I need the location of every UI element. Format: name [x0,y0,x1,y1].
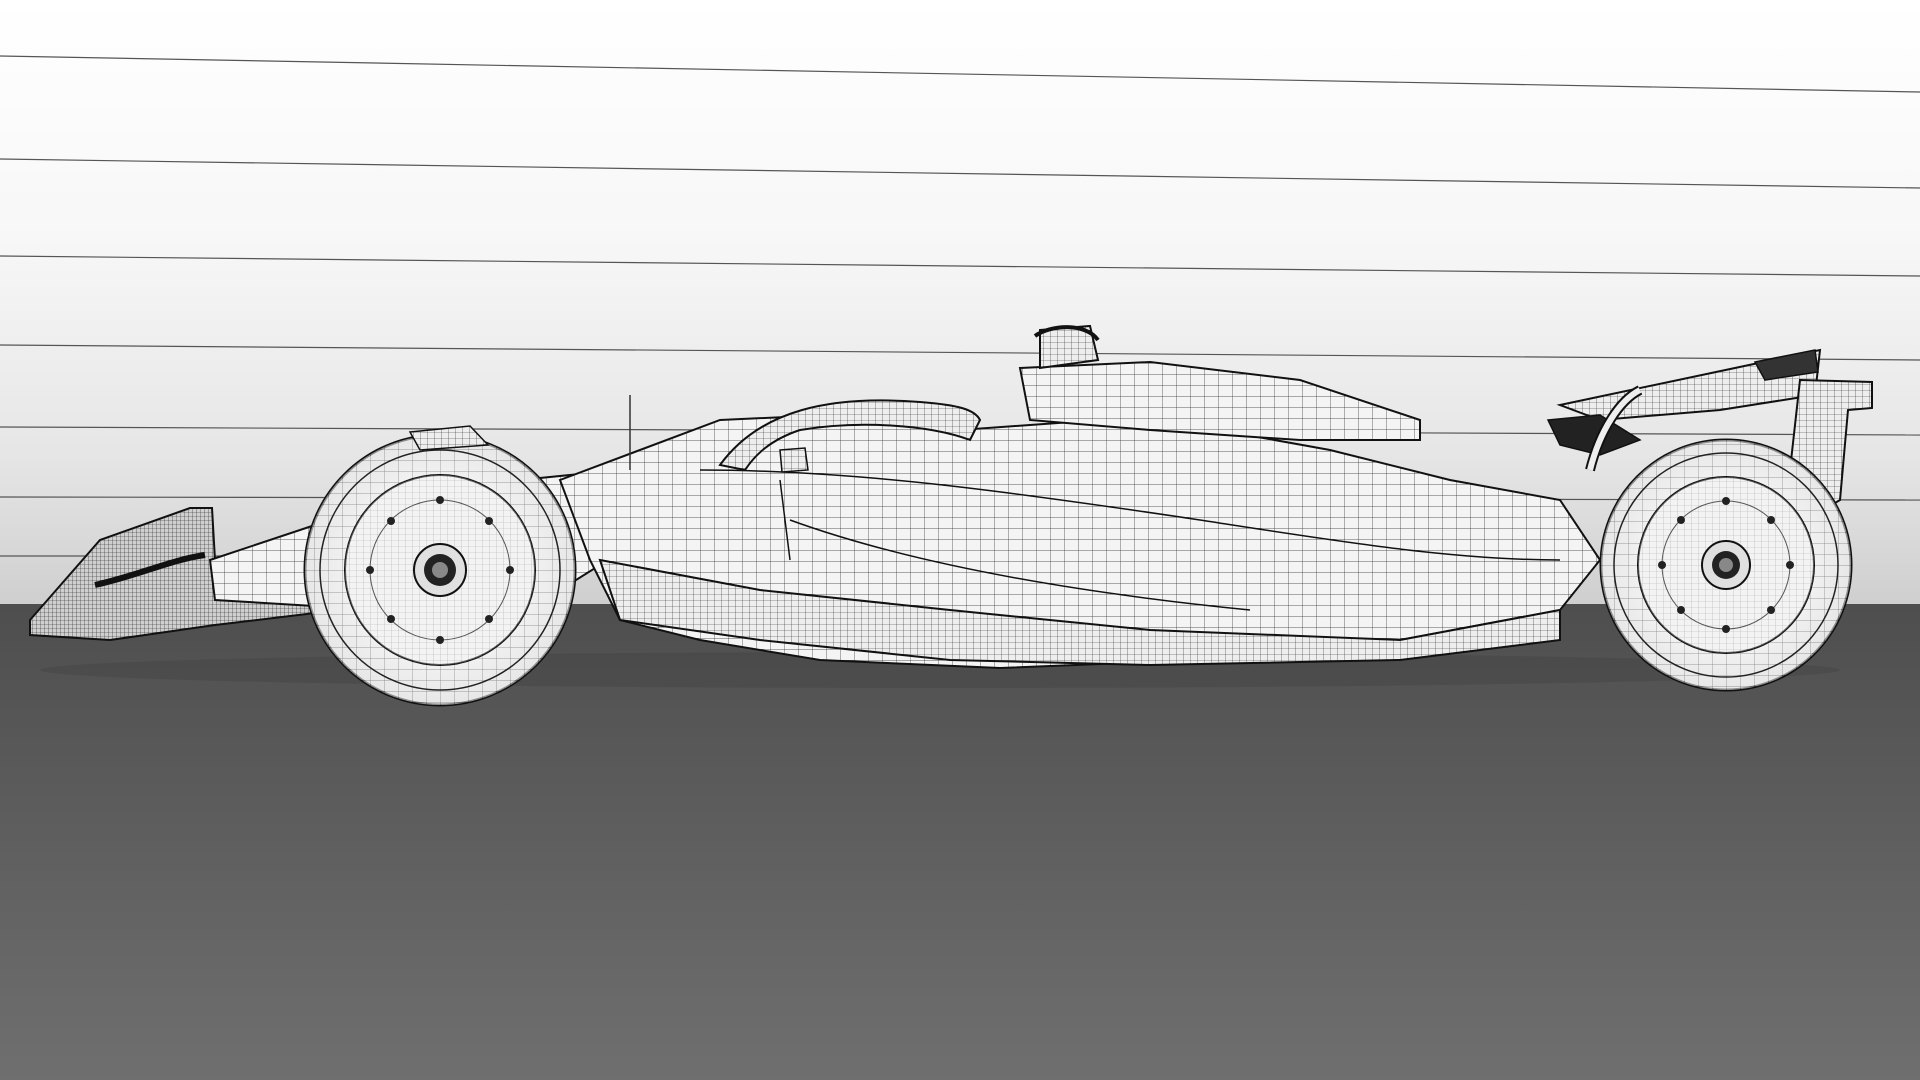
guide-line [0,344,1920,361]
guide-line [0,255,1920,277]
mirror [779,447,809,473]
front-brake-duct [408,425,490,451]
guide-line [0,158,1920,189]
rear-wheel [1599,438,1853,692]
car-render [0,55,1920,707]
guide-line [0,55,1920,93]
front-wheel [303,433,577,707]
render-viewport [0,0,1920,1080]
